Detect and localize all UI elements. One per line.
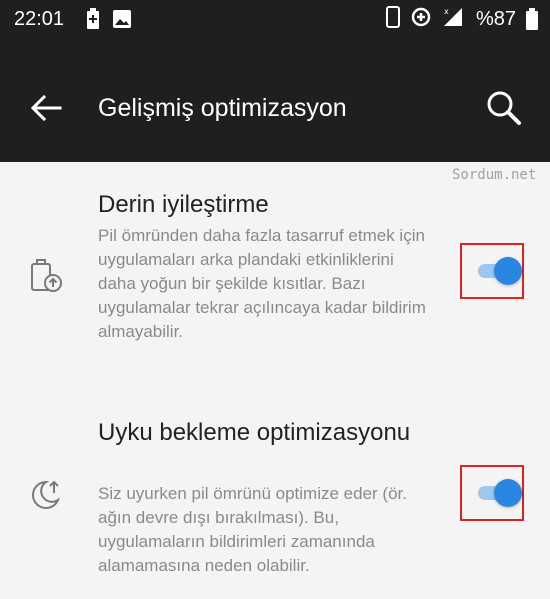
setting-title: Derin iyileştirme [98, 191, 269, 218]
arrow-left-icon [30, 94, 62, 122]
status-left-icons [86, 8, 132, 35]
toggle-thumb [494, 479, 522, 507]
image-icon [112, 9, 132, 34]
search-icon [487, 91, 521, 125]
setting-description: Pil ömründen daha fazla tasarruf etmek i… [98, 226, 426, 341]
status-time: 22:01 [14, 8, 65, 30]
signal-icon: x [442, 6, 464, 33]
battery-icon [526, 8, 538, 35]
status-right-icons: x [386, 6, 464, 33]
battery-saver-icon [86, 8, 100, 35]
sleep-standby-toggle[interactable] [460, 465, 524, 521]
deep-optimization-toggle[interactable] [460, 243, 524, 299]
setting-description: Siz uyurken pil ömrünü optimize eder (ör… [98, 484, 407, 575]
svg-text:x: x [444, 7, 449, 16]
status-bar: 22:01 x %87 [0, 0, 550, 40]
search-button[interactable] [484, 88, 524, 128]
page-title: Gelişmiş optimizasyon [98, 94, 347, 122]
data-saver-icon [410, 6, 432, 33]
battery-optimize-icon [28, 258, 64, 294]
setting-title: Uyku bekleme optimizasyonu [98, 419, 411, 446]
toggle-thumb [494, 257, 522, 285]
back-button[interactable] [26, 92, 66, 124]
phone-icon [386, 6, 400, 33]
sleep-moon-icon [28, 476, 64, 512]
setting-deep-optimization[interactable]: Derin iyileştirme Pil ömründen daha fazl… [0, 180, 550, 380]
setting-sleep-standby-optimization[interactable]: Uyku bekleme optimizasyonu Siz uyurken p… [0, 412, 550, 592]
battery-percent: %87 [476, 8, 517, 30]
toolbar: Gelişmiş optimizasyon [0, 40, 550, 162]
